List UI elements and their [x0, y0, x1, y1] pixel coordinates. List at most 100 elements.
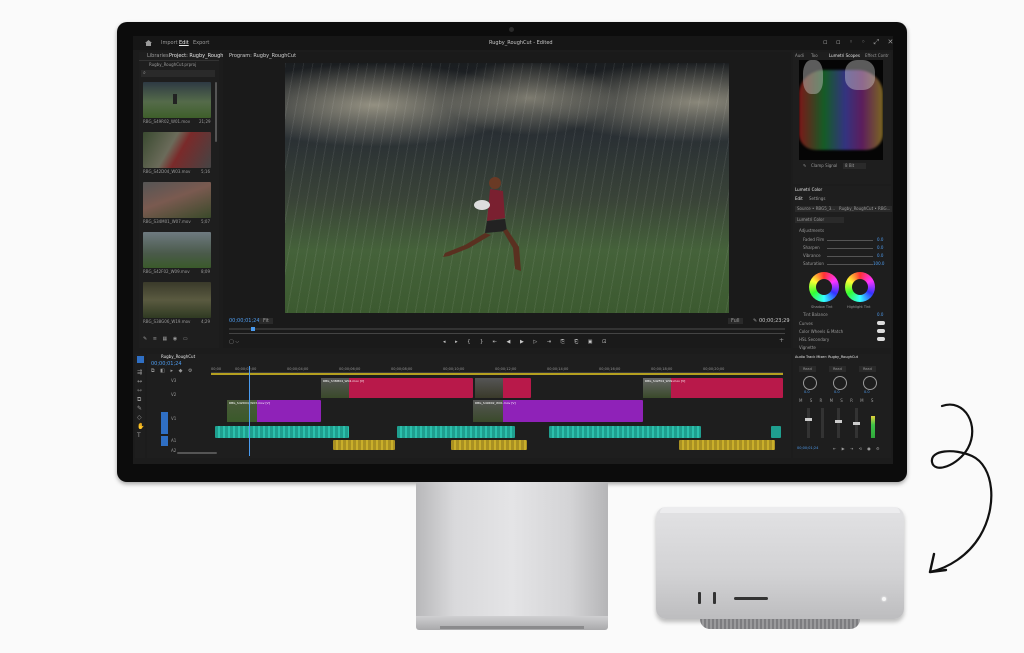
timeline-clip[interactable]: RBG_S49R02_W01.mov [V]: [473, 400, 643, 422]
timeline-playhead[interactable]: [249, 366, 250, 456]
clamp-signal-checkbox[interactable]: Clamp Signal: [811, 163, 837, 169]
tab-program[interactable]: Program: Rugby_RoughCut: [229, 53, 296, 59]
tab-lumetri-scopes[interactable]: Lumetri Scopes: [829, 53, 860, 59]
video-frame[interactable]: [285, 63, 729, 313]
timeline-tools[interactable]: ⧉ ◧ ▸ ◆ ⚙: [151, 368, 195, 374]
track-label[interactable]: A2: [171, 448, 176, 454]
saturation-slider[interactable]: [827, 264, 873, 265]
track-label[interactable]: V1: [171, 416, 176, 422]
tint-balance-value[interactable]: 0.0: [877, 312, 883, 317]
work-area-bar[interactable]: [211, 373, 783, 375]
clip-thumbnail[interactable]: [143, 282, 211, 318]
slider-value[interactable]: 100.0: [873, 261, 884, 266]
toggle[interactable]: [877, 321, 885, 325]
scrollbar[interactable]: [215, 82, 217, 142]
current-timecode[interactable]: 00;00;01;24: [229, 318, 260, 324]
clip-thumbnail[interactable]: [143, 232, 211, 268]
highlight-tint-wheel[interactable]: [845, 272, 875, 302]
tab-timeline[interactable]: Rugby_RoughCut: [161, 354, 195, 360]
time-ruler[interactable]: 00;00 00;00;02;00 00;00;04;00 00;00;06;0…: [211, 366, 783, 373]
tab-tools[interactable]: Too: [811, 53, 818, 59]
timeline-clip[interactable]: [475, 378, 531, 398]
fader[interactable]: [835, 408, 842, 438]
ruler-label: 00;00;10;00: [443, 367, 465, 371]
sharpen-slider[interactable]: [827, 248, 873, 249]
section-color-wheels[interactable]: Color Wheels & Match: [799, 329, 843, 335]
playhead[interactable]: [251, 327, 255, 331]
quality-dropdown[interactable]: Full: [728, 318, 743, 324]
monitor-scrubber[interactable]: [229, 327, 785, 331]
toggle[interactable]: [877, 329, 885, 333]
track-label[interactable]: V2: [171, 392, 176, 398]
timeline-timecode[interactable]: 00;00;01;24: [151, 361, 182, 367]
timeline-clip[interactable]: RBG_S38M04_W02.mov [V]: [321, 378, 473, 398]
timeline-clip[interactable]: RBG_S42D04_W03.mov [V]: [227, 400, 321, 422]
settings-icon[interactable]: ▢ ⌵: [229, 339, 239, 345]
audio-clip[interactable]: [215, 426, 349, 438]
slider-label: Saturation: [803, 261, 824, 266]
window-controls[interactable]: ▫ ▫ ◦ ◦ ⤢ ✕: [823, 39, 893, 46]
clip-thumbnail[interactable]: [143, 182, 211, 218]
pan-knob[interactable]: [863, 376, 877, 390]
tab-audio[interactable]: Audi: [795, 53, 804, 59]
audio-clip[interactable]: [549, 426, 701, 438]
mute-solo-buttons[interactable]: M S R M S R M S: [799, 398, 876, 404]
nav-import[interactable]: Import: [161, 40, 178, 46]
power-led: [882, 597, 886, 601]
preset-dropdown[interactable]: Lumetri Color: [795, 217, 845, 223]
wrench-icon[interactable]: ✎: [753, 318, 757, 324]
timeline-clip[interactable]: RBG_S42F04_W09.mov [V]: [643, 378, 783, 398]
section-curves[interactable]: Curves: [799, 321, 813, 327]
adjustments-section[interactable]: Adjustments: [799, 228, 824, 234]
project-panel-toolbar[interactable]: ✎ ≡ ▦ ◉ ▭: [143, 336, 190, 342]
tab-edit[interactable]: Edit: [795, 196, 803, 202]
selection-tool-icon[interactable]: [137, 356, 144, 363]
add-button[interactable]: +: [779, 338, 784, 344]
slider-value[interactable]: 0.0: [877, 245, 883, 250]
bit-depth-dropdown[interactable]: 8 Bit: [843, 163, 867, 169]
fader[interactable]: [805, 408, 812, 438]
faded-film-slider[interactable]: [827, 240, 873, 241]
nav-edit[interactable]: Edit: [179, 40, 189, 46]
mixer-transport[interactable]: ⇤ ▶ ⇥ ⟲ ● ⚙: [833, 446, 882, 452]
tab-effect-controls[interactable]: Effect Contr: [865, 53, 889, 59]
clip-label: RBG_S38M04_W02.mov [V]: [323, 379, 365, 383]
home-icon[interactable]: [145, 40, 152, 46]
audio-clip[interactable]: [451, 440, 527, 450]
window-title: Rugby_RoughCut - Edited: [489, 40, 553, 46]
pan-knob[interactable]: [803, 376, 817, 390]
automation-dropdown[interactable]: Read: [859, 366, 876, 372]
clip-thumbnail[interactable]: [143, 82, 211, 118]
clip-thumbnail[interactable]: [143, 132, 211, 168]
automation-dropdown[interactable]: Read: [799, 366, 816, 372]
toggle[interactable]: [877, 337, 885, 341]
source-selector[interactable]: Source • RBG5_3...: [795, 206, 838, 212]
tab-libraries[interactable]: Libraries: [147, 53, 169, 59]
fit-dropdown[interactable]: Fit: [259, 318, 273, 324]
sequence-selector[interactable]: Rugby_RoughCut • RBG...: [837, 206, 893, 212]
audio-clip[interactable]: [333, 440, 395, 450]
slider-value[interactable]: 0.0: [877, 237, 883, 242]
transport-controls[interactable]: ◂ ▸ { } ⇤ ◀ ▶ ▷ ⇥ ⎘ ⎗ ▣ ⊡: [443, 339, 610, 345]
slider-value[interactable]: 0.0: [877, 253, 883, 258]
track-target-a1[interactable]: [161, 436, 168, 446]
tool-icons[interactable]: ⇶ ↔ ⇿ ⧉ ✎ ◇ ✋ T: [137, 368, 145, 440]
audio-clip[interactable]: [679, 440, 775, 450]
section-vignette[interactable]: Vignette: [799, 345, 816, 351]
fader[interactable]: [853, 408, 860, 438]
audio-clip[interactable]: [771, 426, 781, 438]
section-hsl[interactable]: HSL Secondary: [799, 337, 829, 343]
search-input[interactable]: ⌕: [141, 70, 215, 77]
tab-settings[interactable]: Settings: [809, 196, 825, 202]
track-target-v1[interactable]: [161, 412, 168, 434]
track-label[interactable]: A1: [171, 438, 176, 444]
vibrance-slider[interactable]: [827, 256, 873, 257]
pan-knob[interactable]: [833, 376, 847, 390]
nav-export[interactable]: Export: [193, 40, 209, 46]
timeline-zoom-scrollbar[interactable]: [177, 452, 217, 454]
audio-clip[interactable]: [397, 426, 515, 438]
wrench-icon[interactable]: ✎: [803, 163, 806, 169]
shadow-tint-wheel[interactable]: [809, 272, 839, 302]
automation-dropdown[interactable]: Read: [829, 366, 846, 372]
track-label[interactable]: V3: [171, 378, 176, 384]
